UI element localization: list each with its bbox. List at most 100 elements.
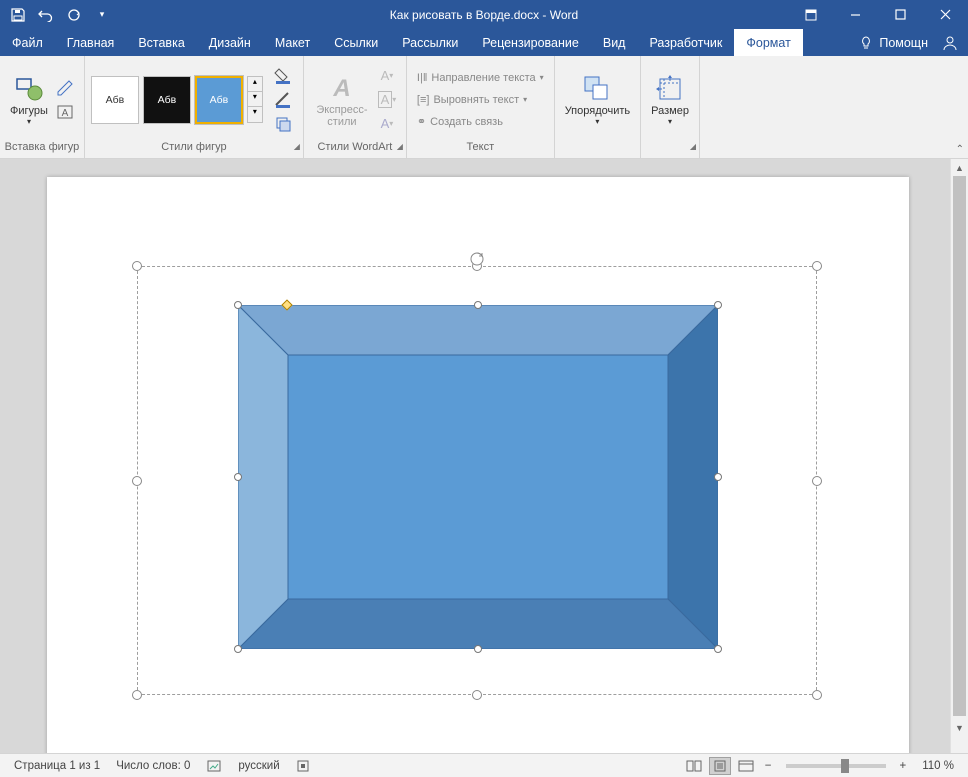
size-launcher[interactable]: ◢ [690, 142, 696, 151]
drawing-canvas-selection[interactable] [134, 263, 820, 698]
shapes-label: Фигуры [10, 105, 48, 117]
group-text: I|‖Направление текста ▾ [≡]Выровнять тек… [407, 56, 555, 158]
selection-handle-nw[interactable] [132, 261, 142, 271]
print-layout-button[interactable] [709, 757, 731, 775]
shape-handle-n[interactable] [474, 301, 482, 309]
text-outline-button[interactable]: A▾ [376, 89, 398, 111]
size-button[interactable]: Размер ▾ [647, 61, 693, 139]
tab-developer[interactable]: Разработчик [637, 29, 734, 56]
shape-handle-sw[interactable] [234, 645, 242, 653]
zoom-slider-thumb[interactable] [841, 759, 849, 773]
group-shape-styles: Абв Абв Абв ▴ ▾ ▾ Стили фигур◢ [85, 56, 304, 158]
shape-handle-se[interactable] [714, 645, 722, 653]
maximize-button[interactable] [878, 0, 923, 29]
tab-design[interactable]: Дизайн [197, 29, 263, 56]
group-label-insert-shapes: Вставка фигур [0, 141, 84, 158]
zoom-out-button[interactable]: − [761, 760, 776, 772]
size-icon [654, 73, 686, 105]
tell-me-label: Помощн [879, 36, 928, 50]
arrange-button[interactable]: Упорядочить ▾ [561, 61, 634, 139]
shape-effects-button[interactable] [273, 113, 295, 135]
wordart-quick-styles-button[interactable]: A Экспресс-стили [310, 61, 374, 139]
zoom-in-button[interactable]: + [896, 760, 911, 772]
tab-home[interactable]: Главная [55, 29, 127, 56]
tab-format[interactable]: Формат [734, 29, 802, 56]
tab-insert[interactable]: Вставка [126, 29, 196, 56]
gallery-down-button[interactable]: ▾ [248, 92, 262, 107]
scroll-down-button[interactable]: ▼ [951, 719, 968, 736]
read-mode-button[interactable] [683, 757, 705, 775]
lightbulb-icon [859, 36, 873, 50]
align-text-icon: [≡] [417, 94, 430, 106]
scroll-up-button[interactable]: ▲ [951, 159, 968, 176]
selection-handle-se[interactable] [812, 690, 822, 700]
vertical-scrollbar[interactable]: ▲ ▼ [950, 159, 968, 753]
shape-handle-s[interactable] [474, 645, 482, 653]
arrange-label: Упорядочить [565, 105, 630, 117]
status-proofing-button[interactable] [198, 758, 230, 774]
zoom-level[interactable]: 110 % [914, 760, 962, 772]
qat-more-button[interactable]: ▾ [90, 3, 114, 27]
title-bar: ▾ Как рисовать в Ворде.docx - Word [0, 0, 968, 29]
minimize-button[interactable] [833, 0, 878, 29]
scroll-track[interactable] [951, 176, 968, 719]
selection-handle-sw[interactable] [132, 690, 142, 700]
status-bar: Страница 1 из 1 Число слов: 0 русский − … [0, 753, 968, 777]
scroll-thumb[interactable] [953, 176, 966, 716]
selection-handle-ne[interactable] [812, 261, 822, 271]
align-text-button[interactable]: [≡]Выровнять текст ▾ [413, 90, 548, 110]
text-box-button[interactable]: A [54, 101, 76, 123]
shape-handle-w[interactable] [234, 473, 242, 481]
selection-handle-s[interactable] [472, 690, 482, 700]
tab-review[interactable]: Рецензирование [470, 29, 591, 56]
account-icon [942, 35, 958, 51]
tab-view[interactable]: Вид [591, 29, 638, 56]
shape-handle-nw[interactable] [234, 301, 242, 309]
tell-me[interactable]: Помощн [849, 29, 968, 56]
status-macro-button[interactable] [288, 759, 318, 773]
wordart-label: Экспресс-стили [314, 104, 370, 128]
undo-button[interactable] [34, 3, 58, 27]
shape-fill-button[interactable] [273, 65, 295, 87]
edit-shape-button[interactable] [54, 77, 76, 99]
tab-file[interactable]: Файл [0, 29, 55, 56]
tab-references[interactable]: Ссылки [322, 29, 390, 56]
ribbon-display-button[interactable] [788, 0, 833, 29]
web-layout-button[interactable] [735, 757, 757, 775]
group-wordart-styles: A Экспресс-стили A▾ A▾ A▾ Стили WordArt◢ [304, 56, 407, 158]
shape-handle-ne[interactable] [714, 301, 722, 309]
shape-style-gallery[interactable]: Абв Абв Абв ▴ ▾ ▾ [91, 76, 263, 124]
status-word-count[interactable]: Число слов: 0 [108, 760, 198, 772]
style-preset-1[interactable]: Абв [91, 76, 139, 124]
style-preset-3[interactable]: Абв [195, 76, 243, 124]
group-insert-shapes: Фигуры ▾ A Вставка фигур [0, 56, 85, 158]
tab-mailings[interactable]: Рассылки [390, 29, 470, 56]
shape-styles-launcher[interactable]: ◢ [294, 142, 300, 151]
status-page[interactable]: Страница 1 из 1 [6, 760, 108, 772]
collapse-ribbon-button[interactable]: ⌃ [956, 144, 964, 155]
text-effects-button[interactable]: A▾ [376, 113, 398, 135]
text-direction-button[interactable]: I|‖Направление текста ▾ [413, 68, 548, 88]
close-button[interactable] [923, 0, 968, 29]
save-button[interactable] [6, 3, 30, 27]
gallery-up-button[interactable]: ▴ [248, 77, 262, 92]
zoom-slider[interactable] [786, 764, 886, 768]
shapes-gallery-button[interactable]: Фигуры ▾ [6, 61, 52, 139]
tab-layout[interactable]: Макет [263, 29, 322, 56]
status-language[interactable]: русский [230, 760, 287, 772]
selection-handle-w[interactable] [132, 476, 142, 486]
selection-handle-e[interactable] [812, 476, 822, 486]
rotation-handle[interactable] [469, 251, 485, 267]
text-direction-icon: I|‖ [417, 72, 427, 84]
ribbon: Фигуры ▾ A Вставка фигур Абв Абв Абв ▴ ▾… [0, 56, 968, 159]
bevel-shape[interactable] [238, 305, 718, 649]
redo-button[interactable] [62, 3, 86, 27]
style-preset-2[interactable]: Абв [143, 76, 191, 124]
gallery-more-button[interactable]: ▾ [248, 107, 262, 122]
text-fill-button[interactable]: A▾ [376, 65, 398, 87]
wordart-icon: A [326, 72, 358, 104]
shape-handle-e[interactable] [714, 473, 722, 481]
wordart-launcher[interactable]: ◢ [397, 142, 403, 151]
shape-outline-button[interactable] [273, 89, 295, 111]
create-link-button[interactable]: ⚭Создать связь [413, 112, 548, 132]
